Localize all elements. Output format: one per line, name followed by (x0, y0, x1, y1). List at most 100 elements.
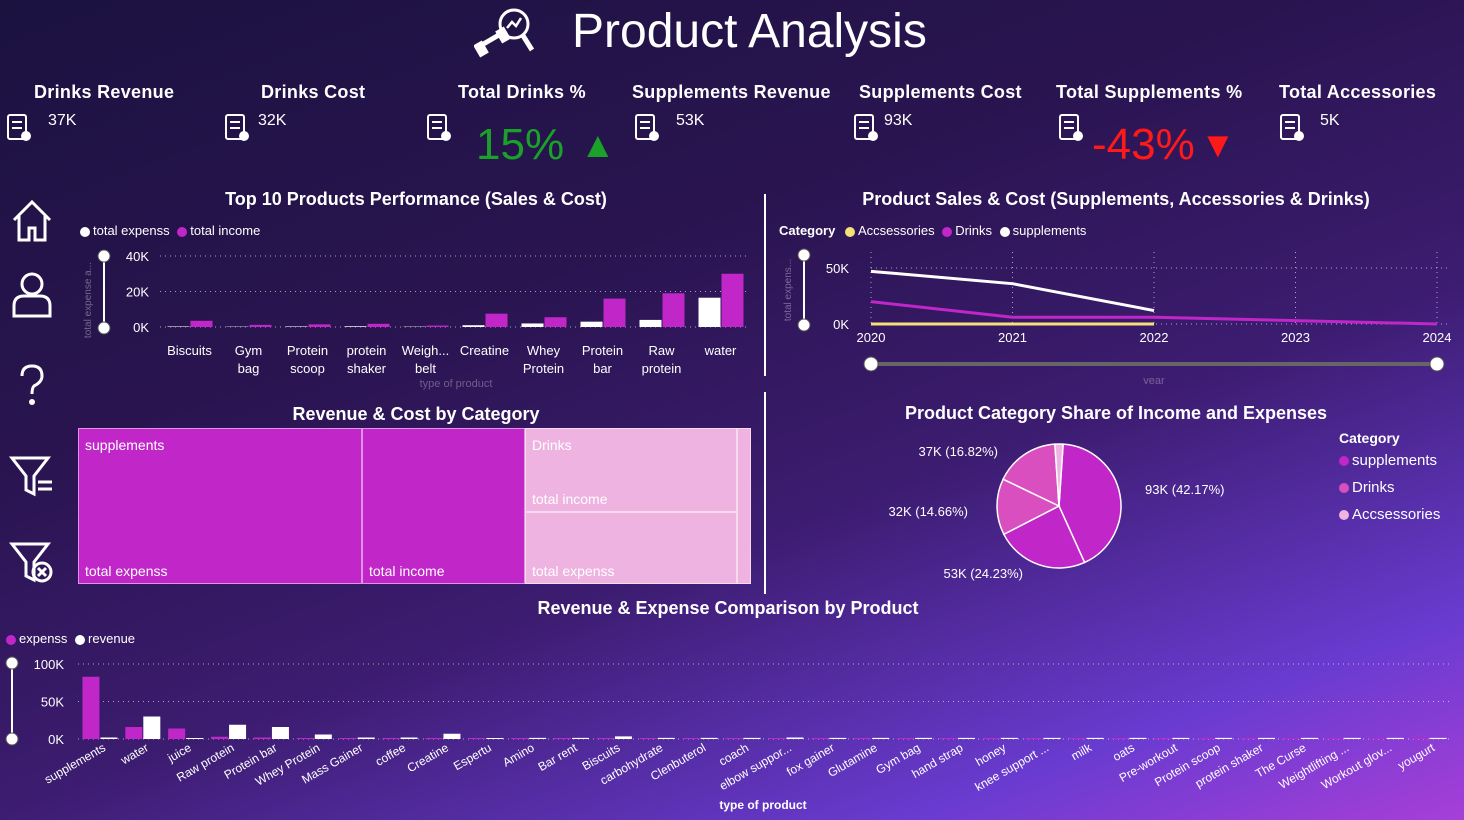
x-tick-label: belt (415, 361, 436, 376)
pie-legend: Category supplements Drinks Accsessories (1339, 430, 1440, 523)
page-title: Product Analysis (572, 5, 927, 58)
legend-item[interactable]: Accsessories (844, 223, 935, 238)
treemap-cell-drinks-expense[interactable]: total expenss (525, 512, 737, 584)
x-axis-title: year (1143, 375, 1165, 384)
slider-handle[interactable] (1429, 356, 1445, 372)
bar (249, 324, 272, 327)
help-icon[interactable] (8, 362, 56, 410)
treemap-label: total expenss (85, 563, 168, 579)
clear-filter-icon[interactable] (8, 538, 56, 586)
slider-handle[interactable] (5, 732, 19, 746)
legend-title: Category (779, 223, 836, 238)
bar (344, 326, 367, 327)
y-tick-label: 0K (133, 320, 149, 335)
legend-item[interactable]: total income (177, 223, 260, 238)
bar (229, 724, 247, 739)
bar (1240, 738, 1258, 739)
legend-item[interactable]: Drinks (942, 223, 992, 238)
user-icon[interactable] (8, 270, 56, 318)
line-legend: Category Accsessories Drinks supplements (779, 223, 1086, 238)
bar (596, 738, 614, 739)
bar (1282, 738, 1300, 739)
x-tick-label: coffee (373, 740, 408, 769)
bar (339, 738, 357, 739)
x-tick-label: yougurt (1395, 740, 1437, 772)
bar (639, 738, 657, 739)
treemap-label: total income (369, 563, 445, 579)
bar (186, 738, 204, 739)
kpi-value: 53K (676, 112, 705, 129)
filter-icon[interactable] (8, 452, 56, 500)
y-tick-label: 40K (126, 249, 149, 264)
slider-handle[interactable] (863, 356, 879, 372)
bar (1197, 738, 1215, 739)
bar (811, 738, 829, 739)
up-arrow-icon: ▲ (580, 124, 616, 165)
kpi-label: Supplements Cost (859, 82, 1022, 102)
x-tick-label: 2024 (1423, 330, 1452, 345)
legend-item[interactable]: supplements (1339, 452, 1440, 469)
bar (253, 737, 271, 739)
x-tick-label: 2022 (1140, 330, 1169, 345)
bar (462, 325, 485, 327)
x-tick-label: scoop (290, 361, 325, 376)
legend-item[interactable]: total expenss (80, 223, 170, 238)
x-tick-label: water (704, 343, 737, 358)
supplement-revenue-icon (635, 114, 659, 141)
bar (743, 737, 761, 739)
slider-handle[interactable] (97, 321, 111, 335)
treemap-cell-drinks-income[interactable]: Drinks total income (525, 428, 737, 512)
bar (854, 738, 872, 739)
bar (425, 738, 443, 739)
bar (1215, 737, 1233, 739)
slider-handle[interactable] (97, 249, 111, 263)
x-tick-label: 2021 (998, 330, 1027, 345)
supplement-cost-icon (854, 114, 878, 141)
y-tick-label: 50K (826, 261, 849, 276)
bar (511, 738, 529, 739)
slider-handle[interactable] (5, 656, 19, 670)
bar (603, 298, 626, 327)
legend-item[interactable]: revenue (75, 631, 135, 646)
treemap-cell-accessories[interactable] (737, 428, 751, 584)
x-tick-label: Protein (582, 343, 623, 358)
kpi-value: 15% (476, 120, 565, 169)
bar (1129, 737, 1147, 739)
legend-item[interactable]: supplements (999, 223, 1086, 238)
treemap-label: total expenss (532, 563, 615, 579)
bar (468, 738, 486, 739)
kpi-value: 5K (1320, 112, 1340, 129)
treemap-cell-supplements-expense[interactable]: supplements total expenss (78, 428, 362, 584)
treemap-cell-supplements-income[interactable]: total income (362, 428, 525, 584)
legend-item[interactable]: Drinks (1339, 479, 1440, 496)
bar (725, 738, 743, 739)
bar (143, 716, 161, 739)
x-tick-label: Protein (523, 361, 564, 376)
x-tick-label: protein (347, 343, 387, 358)
bar (1343, 737, 1361, 739)
comparison-chart: 100K50K0Ksupplements water juiceRaw protei… (5, 656, 1450, 812)
treemap-title: Revenue & Cost by Category (292, 404, 540, 424)
down-arrow-icon: ▼ (1200, 124, 1236, 165)
kpi-card: Supplements Revenue (632, 82, 831, 182)
bar (314, 734, 332, 739)
bar (1258, 737, 1276, 739)
slider-handle[interactable] (797, 248, 811, 262)
top10-chart-title: Top 10 Products Performance (Sales & Cos… (225, 189, 607, 209)
bar (167, 326, 190, 327)
kpi-label: Drinks Revenue (34, 82, 175, 102)
legend-item[interactable]: expenss (6, 631, 67, 646)
x-tick-label: bar (593, 361, 612, 376)
divider (764, 194, 766, 376)
bar (915, 737, 933, 739)
legend-item[interactable]: Accsessories (1339, 506, 1440, 523)
bar (682, 738, 700, 739)
x-tick-label: water (118, 740, 151, 767)
percent-doc-icon (1059, 114, 1083, 141)
pie-data-label: 53K (24.23%) (944, 566, 1024, 581)
slider-handle[interactable] (797, 318, 811, 332)
kpi-label: Total Supplements % (1056, 82, 1243, 102)
x-tick-label: oats (1110, 740, 1137, 763)
top10-chart: total expense a... 40K 20K 0K Biscuits Gym bag… (83, 249, 750, 390)
pie-title: Product Category Share of Income and Exp… (904, 403, 1328, 423)
